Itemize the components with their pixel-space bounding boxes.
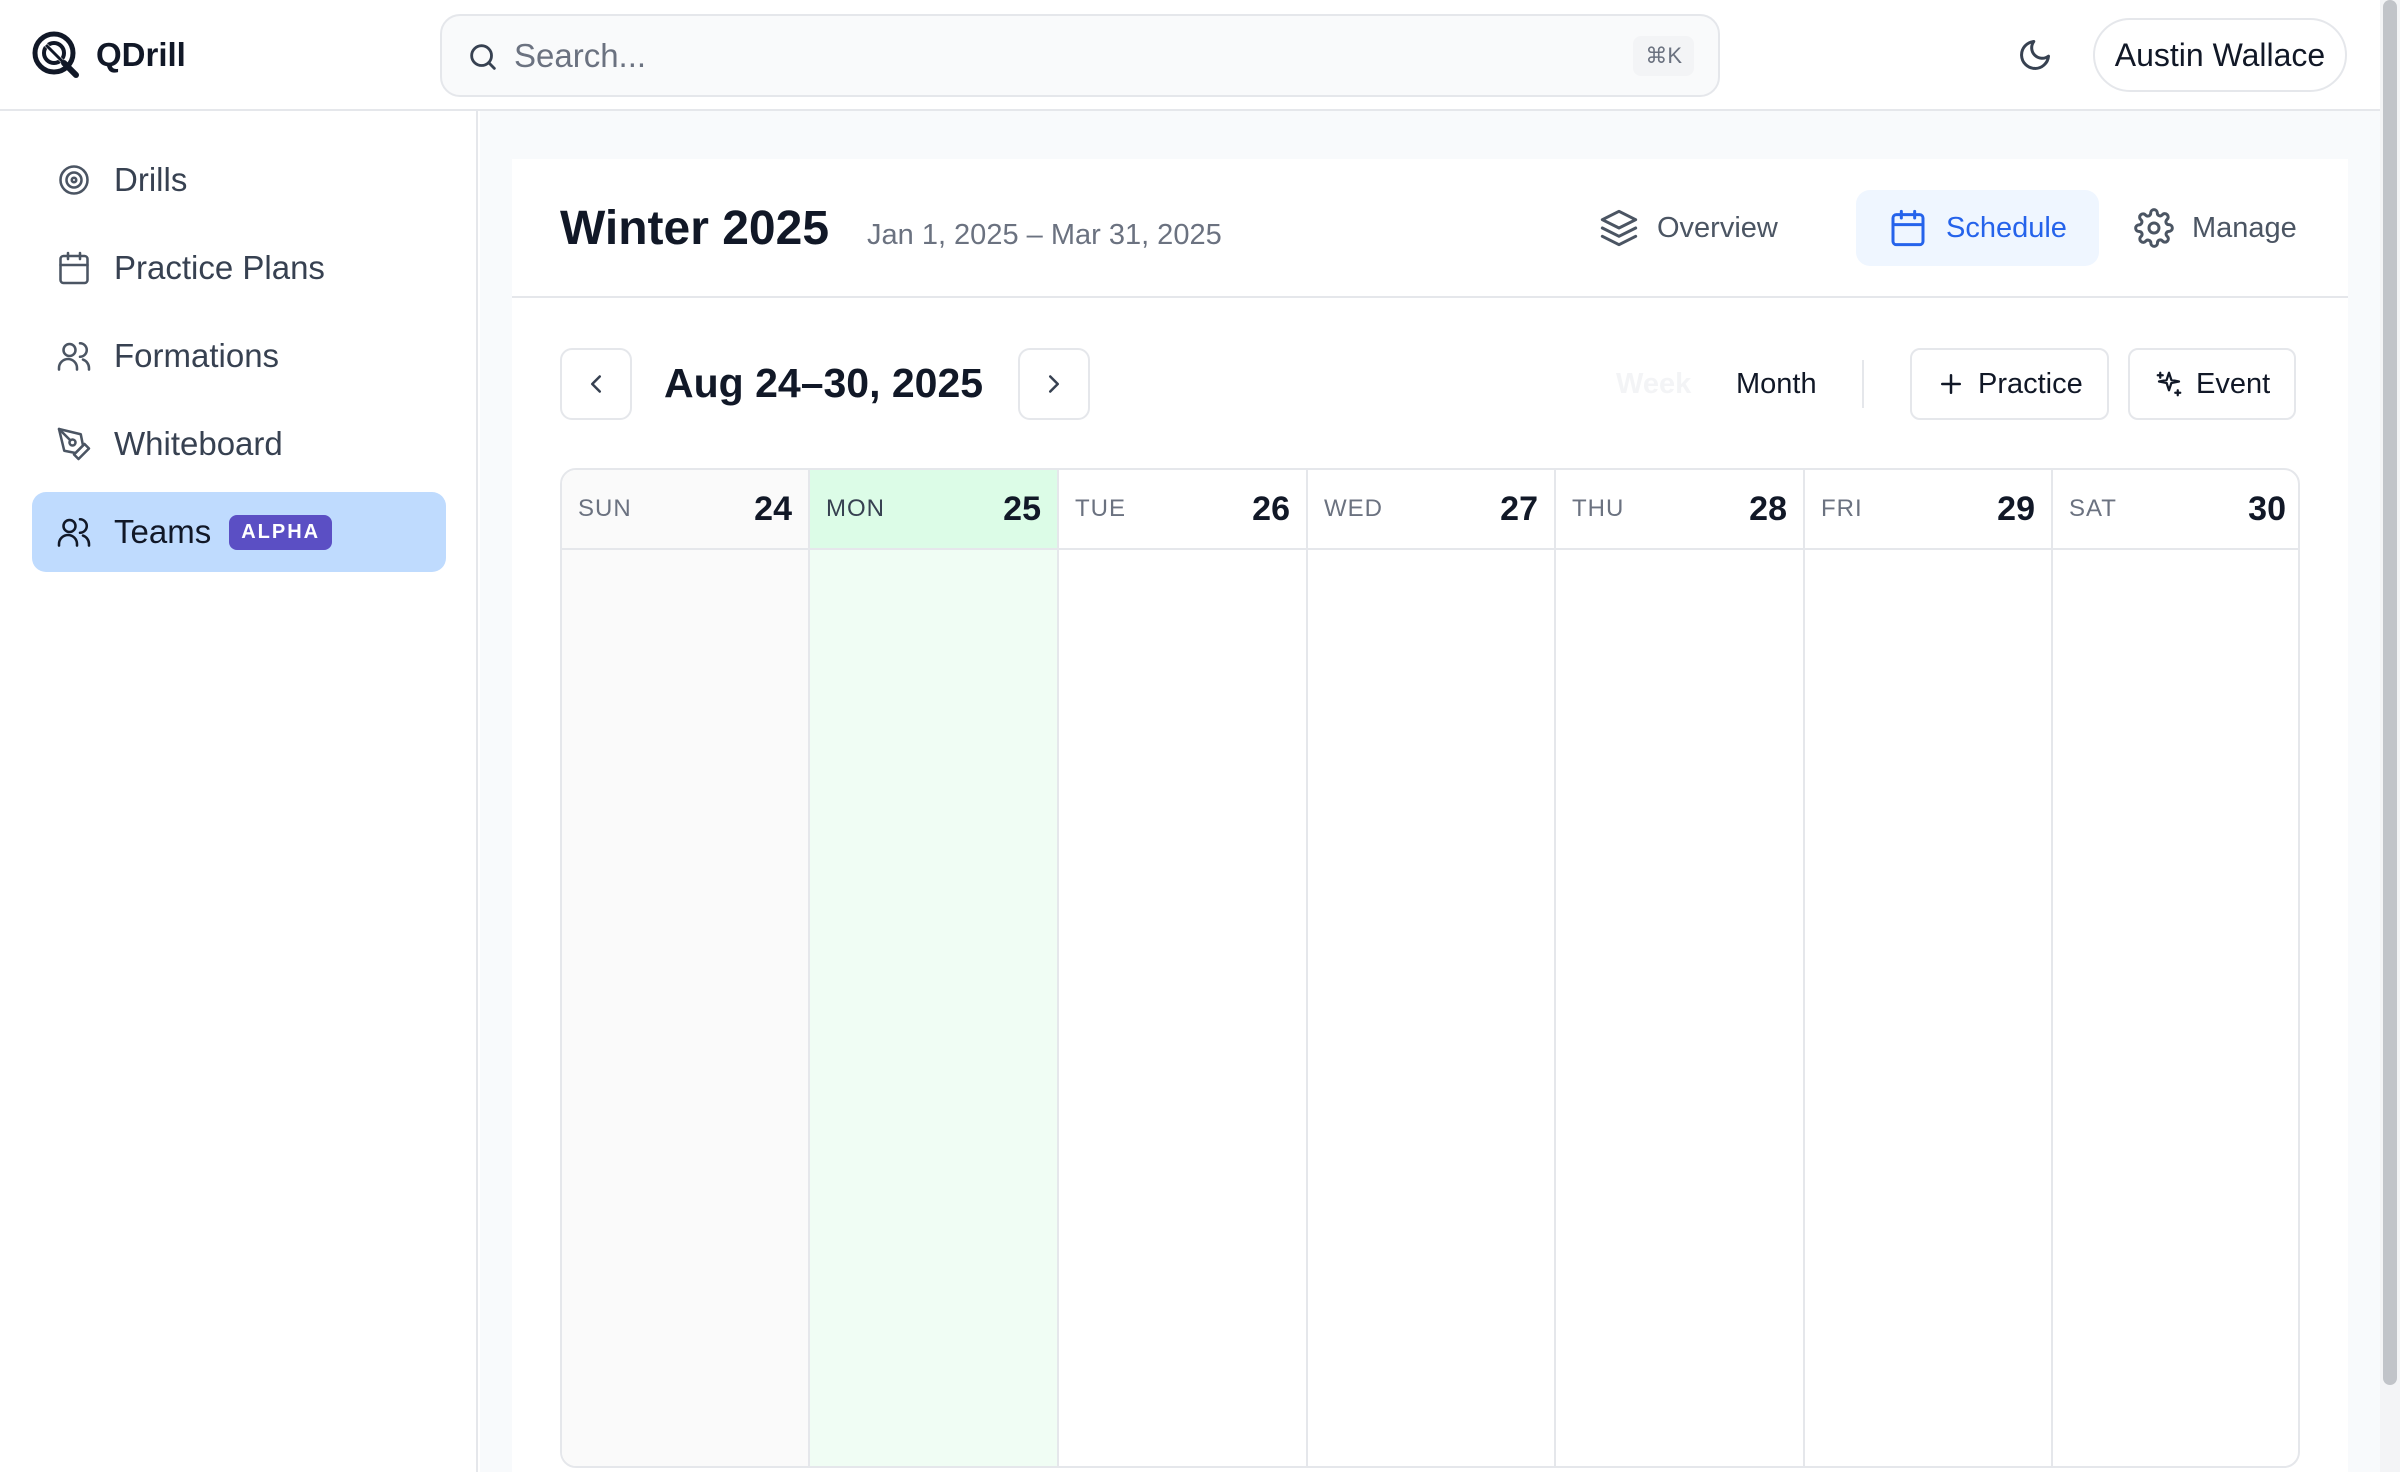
schedule-toolbar: Aug 24–30, 2025 Week Month Practice Even… [560,348,2300,420]
day-column-wed[interactable]: WED 27 [1308,470,1556,1466]
tab-overview-label: Overview [1657,211,1778,244]
day-name: THU [1572,495,1625,522]
pen-tool-icon [57,427,91,461]
day-header: SUN 24 [562,470,808,550]
search-shortcut-badge: ⌘K [1633,36,1694,76]
day-number: 25 [1003,489,1041,528]
sidebar-item-label: Formations [114,337,280,374]
day-header: FRI 29 [1805,470,2051,550]
day-column-sun[interactable]: SUN 24 [562,470,810,1466]
day-name: SAT [2069,495,2117,522]
sidebar-item-whiteboard[interactable]: Whiteboard [32,404,446,484]
sidebar-item-drills[interactable]: Drills [32,140,446,220]
app-name: QDrill [96,36,186,73]
user-menu-button[interactable]: Austin Wallace [2093,18,2347,92]
top-bar: QDrill ⌘K Austin Wallace [0,0,2380,111]
add-event-label: Event [2196,367,2271,400]
next-week-button[interactable] [1018,348,1090,420]
calendar-icon [59,251,89,285]
sidebar-item-formations[interactable]: Formations [32,316,446,396]
day-number: 28 [1749,489,1787,528]
gear-icon [2134,208,2174,248]
month-view-button[interactable]: Month [1736,360,1817,408]
day-column-thu[interactable]: THU 28 [1556,470,1805,1466]
toolbar-divider [1862,360,1864,408]
sidebar-item-label: Teams [114,513,212,550]
week-range-label: Aug 24–30, 2025 [664,360,984,406]
day-header: TUE 26 [1059,470,1306,550]
week-calendar: SUN 24 MON 25 TUE 26 WED 27 THU 28 FRI 2… [560,468,2300,1468]
sidebar-item-label: Whiteboard [114,425,283,462]
week-view-button[interactable]: Week [1616,360,1691,408]
add-practice-label: Practice [1978,367,2083,400]
sidebar: Drills Practice Plans Formations Whiteboard… [0,111,478,1472]
qdrill-logo-icon [32,31,79,78]
day-column-sat[interactable]: SAT 30 [2053,470,2298,1466]
sparkles-icon [2156,371,2182,397]
target-icon [59,165,89,195]
day-header: SAT 30 [2053,470,2298,550]
day-number: 24 [754,489,792,528]
add-event-button[interactable]: Event [2128,348,2297,420]
previous-week-button[interactable] [560,348,632,420]
sidebar-item-label: Practice Plans [114,249,325,286]
search-input[interactable] [514,30,1564,82]
chevron-right-icon [1049,375,1059,393]
day-header: WED 27 [1308,470,1554,550]
page-scrollbar[interactable] [2380,0,2400,1472]
sidebar-item-practice-plans[interactable]: Practice Plans [32,228,446,308]
schedule-panel: Aug 24–30, 2025 Week Month Practice Even… [512,298,2348,1472]
tab-manage-label: Manage [2192,211,2297,244]
main-content: Winter 2025 Jan 1, 2025 – Mar 31, 2025 O… [480,111,2380,1472]
day-number: 27 [1500,489,1538,528]
day-number: 30 [2248,489,2286,528]
tab-schedule-label: Schedule [1946,211,2067,244]
day-column-tue[interactable]: TUE 26 [1059,470,1308,1466]
day-name: TUE [1075,495,1126,522]
page-title: Winter 2025 [560,202,830,255]
sidebar-item-teams[interactable]: Teams ALPHA [32,492,446,572]
tab-schedule[interactable]: Schedule [1856,190,2099,266]
day-name: FRI [1821,495,1863,522]
search-icon [470,44,496,70]
chevron-left-icon [591,375,601,393]
theme-toggle-button[interactable] [2010,30,2060,80]
day-header: THU 28 [1556,470,1803,550]
scrollbar-thumb[interactable] [2383,0,2397,1385]
day-header-today: MON 25 [810,470,1057,550]
tab-manage[interactable]: Manage [2102,190,2329,266]
tab-overview[interactable]: Overview [1567,190,1810,266]
season-header: Winter 2025 Jan 1, 2025 – Mar 31, 2025 O… [512,159,2348,298]
search-bar[interactable]: ⌘K [440,14,1720,97]
calendar-icon [1891,209,1925,247]
sidebar-item-label: Drills [114,161,188,198]
plus-icon [1941,374,1961,394]
moon-icon [2020,40,2050,70]
add-practice-button[interactable]: Practice [1910,348,2109,420]
day-column-fri[interactable]: FRI 29 [1805,470,2053,1466]
season-date-range: Jan 1, 2025 – Mar 31, 2025 [867,219,1222,251]
day-column-mon[interactable]: MON 25 [810,470,1059,1466]
day-number: 29 [1997,489,2035,528]
day-name: MON [826,495,885,522]
day-name: WED [1324,495,1383,522]
day-name: SUN [578,495,632,522]
alpha-badge: ALPHA [229,514,333,550]
day-number: 26 [1252,489,1290,528]
users-icon [57,517,91,547]
users-icon [57,341,91,371]
layers-icon [1600,209,1638,247]
app-logo[interactable]: QDrill [32,31,186,79]
